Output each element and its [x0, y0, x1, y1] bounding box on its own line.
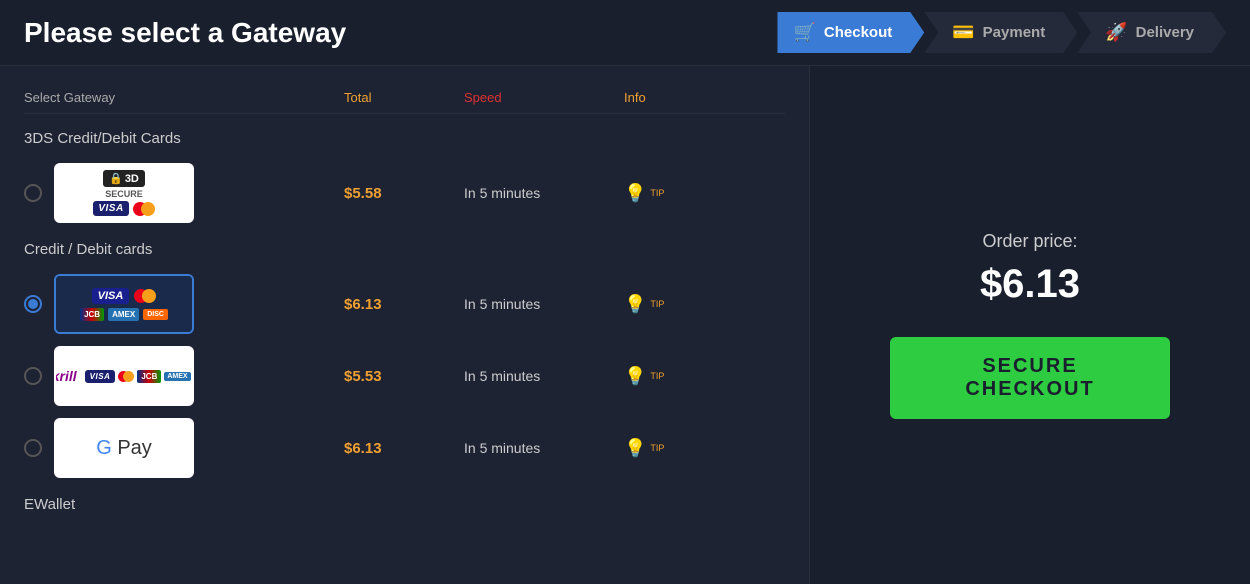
step-checkout[interactable]: 🛒 Checkout: [777, 12, 924, 53]
price-skrill: $5.53: [344, 368, 464, 385]
radio-visa-multi[interactable]: [24, 295, 42, 313]
gateway-left-gpay[interactable]: G Pay: [24, 418, 344, 478]
header: Please select a Gateway 🛒 Checkout 💳 Pay…: [0, 0, 1250, 66]
price-visa-multi: $6.13: [344, 296, 464, 313]
info-visa-multi[interactable]: 💡 TIP: [624, 294, 704, 315]
table-row: Skrill VISA JCB AMEX $5.53 In 5 minutes …: [24, 340, 785, 412]
bulb-icon: 💡: [624, 294, 646, 315]
order-price-label: Order price:: [982, 231, 1077, 252]
gateway-card-gpay[interactable]: G Pay: [54, 418, 194, 478]
gateway-card-visa-multi[interactable]: VISA JCB AMEX DISC: [54, 274, 194, 334]
order-price-value: $6.13: [980, 262, 1080, 307]
cart-icon: 🛒: [793, 22, 815, 43]
info-gpay[interactable]: 💡 TIP: [624, 438, 704, 459]
table-header: Select Gateway Total Speed Info: [24, 82, 785, 114]
col-gateway: Select Gateway: [24, 90, 344, 105]
info-3ds[interactable]: 💡 TIP: [624, 183, 704, 204]
col-speed: Speed: [464, 90, 624, 105]
col-total: Total: [344, 90, 464, 105]
speed-visa-multi: In 5 minutes: [464, 296, 624, 312]
secure-checkout-button[interactable]: SECURE CHECKOUT: [890, 337, 1170, 419]
rocket-icon: 🚀: [1105, 22, 1127, 43]
gateway-left-3ds[interactable]: 🔒3D SECURE VISA: [24, 163, 344, 223]
step-delivery[interactable]: 🚀 Delivery: [1077, 12, 1226, 53]
price-3ds: $5.58: [344, 185, 464, 202]
step-payment[interactable]: 💳 Payment: [924, 12, 1077, 53]
steps-nav: 🛒 Checkout 💳 Payment 🚀 Delivery: [777, 12, 1226, 53]
gateway-panel: Select Gateway Total Speed Info 3DS Cred…: [0, 66, 810, 584]
price-gpay: $6.13: [344, 440, 464, 457]
page-title: Please select a Gateway: [24, 17, 346, 49]
table-row: VISA JCB AMEX DISC $6.13 In 5 minutes 💡 …: [24, 268, 785, 340]
section-3ds-title: 3DS Credit/Debit Cards: [24, 130, 785, 147]
bulb-icon: 💡: [624, 438, 646, 459]
info-skrill[interactable]: 💡 TIP: [624, 366, 704, 387]
radio-gpay[interactable]: [24, 439, 42, 457]
wallet-icon: 💳: [952, 22, 974, 43]
col-info: Info: [624, 90, 704, 105]
gateway-card-3ds[interactable]: 🔒3D SECURE VISA: [54, 163, 194, 223]
table-row: G Pay $6.13 In 5 minutes 💡 TIP: [24, 412, 785, 484]
speed-skrill: In 5 minutes: [464, 368, 624, 384]
gateway-left-visa[interactable]: VISA JCB AMEX DISC: [24, 274, 344, 334]
table-row: 🔒3D SECURE VISA $5.58 In 5 minutes 💡 TIP: [24, 157, 785, 229]
bulb-icon: 💡: [624, 366, 646, 387]
step-payment-label: Payment: [983, 24, 1046, 41]
step-delivery-label: Delivery: [1136, 24, 1194, 41]
section-credit-title: Credit / Debit cards: [24, 241, 785, 258]
step-checkout-label: Checkout: [824, 24, 892, 41]
main-layout: Select Gateway Total Speed Info 3DS Cred…: [0, 66, 1250, 584]
radio-3ds[interactable]: [24, 184, 42, 202]
gateway-left-skrill[interactable]: Skrill VISA JCB AMEX: [24, 346, 344, 406]
bulb-icon: 💡: [624, 183, 646, 204]
speed-3ds: In 5 minutes: [464, 185, 624, 201]
order-summary-panel: Order price: $6.13 SECURE CHECKOUT: [810, 66, 1250, 584]
gateway-card-skrill[interactable]: Skrill VISA JCB AMEX: [54, 346, 194, 406]
speed-gpay: In 5 minutes: [464, 440, 624, 456]
radio-skrill[interactable]: [24, 367, 42, 385]
section-ewallet-title: EWallet: [24, 496, 785, 513]
